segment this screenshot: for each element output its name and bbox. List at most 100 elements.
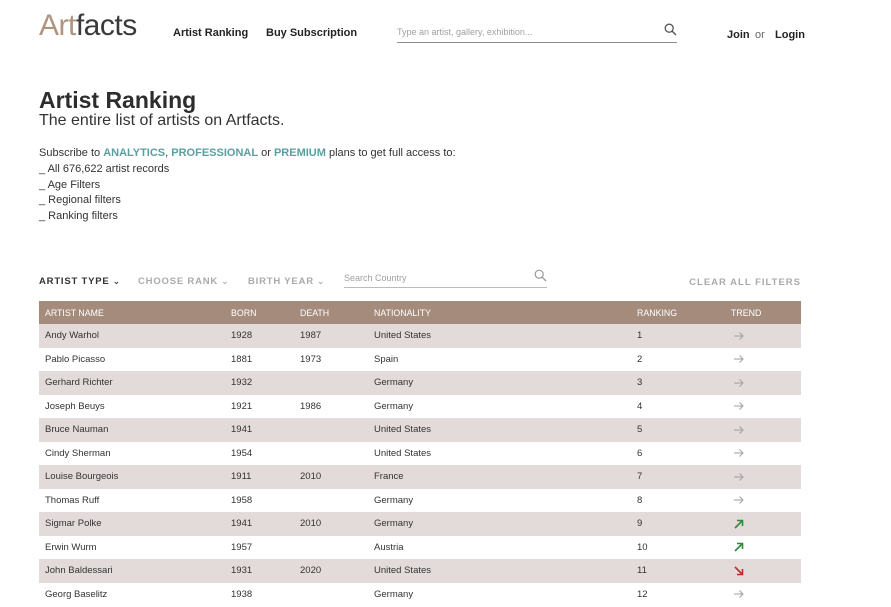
death-cell: 2020 (300, 565, 322, 577)
or-text: or (755, 29, 765, 41)
born-cell: 1941 (231, 518, 253, 530)
artist-name-cell[interactable]: Thomas Ruff (39, 489, 225, 513)
plan-professional-link[interactable]: PROFESSIONAL (171, 147, 258, 159)
plan-analytics-link[interactable]: ANALYTICS (103, 147, 165, 159)
artist-name-cell[interactable]: Sigmar Polke (39, 512, 225, 536)
nationality-cell: Austria (374, 541, 404, 553)
artist-name-cell[interactable]: Joseph Beuys (39, 395, 225, 419)
ranking-cell: 11 (637, 565, 647, 577)
ranking-cell: 8 (637, 494, 643, 506)
table-row[interactable]: Pablo Picasso 1881 1973 Spain 2 (39, 347, 801, 372)
choose-rank-label: CHOOSE RANK (138, 276, 219, 287)
ranking-cell: 12 (637, 588, 648, 600)
arrow-right-icon (734, 590, 744, 599)
death-cell (294, 371, 368, 395)
death-cell: 1986 (300, 400, 322, 412)
table-row[interactable]: Sigmar Polke 1941 2010 Germany 9 (39, 512, 801, 536)
nationality-cell: Germany (374, 518, 414, 530)
nav-artist-ranking[interactable]: Artist Ranking (173, 27, 248, 39)
born-cell: 1941 (231, 424, 253, 436)
table-row[interactable]: Erwin Wurm 1957 Austria 10 (39, 535, 801, 560)
death-cell: 1973 (300, 353, 322, 365)
ranking-cell: 3 (637, 377, 643, 389)
trend-cell (725, 348, 801, 372)
born-cell: 1954 (231, 447, 253, 459)
nationality-cell: Germany (374, 494, 414, 506)
ranking-cell: 6 (637, 447, 643, 459)
born-cell: 1911 (231, 471, 252, 483)
death-cell (294, 583, 368, 607)
born-cell: 1881 (231, 353, 253, 365)
global-search-input[interactable] (397, 24, 647, 37)
promo-sep2: or (258, 147, 274, 159)
death-cell (294, 418, 368, 442)
born-cell: 1958 (231, 494, 253, 506)
column-nationality[interactable]: NATIONALITY (368, 301, 631, 324)
join-link[interactable]: Join (727, 29, 750, 41)
table-row[interactable]: Bruce Nauman 1941 United States 5 (39, 418, 801, 442)
arrow-right-icon (734, 449, 744, 458)
promo-line: Subscribe to ANALYTICS, PROFESSIONAL or … (39, 146, 456, 162)
choose-rank-dropdown[interactable]: CHOOSE RANK ⌄ (138, 276, 229, 287)
artist-name-cell[interactable]: Gerhard Richter (39, 371, 225, 395)
artist-name-cell[interactable]: Louise Bourgeois (39, 465, 225, 489)
death-cell: 2010 (300, 518, 322, 530)
arrow-right-icon (734, 378, 744, 387)
trend-cell (725, 559, 801, 583)
artist-type-dropdown[interactable]: ARTIST TYPE ⌄ (39, 276, 121, 287)
login-link[interactable]: Login (775, 29, 805, 41)
table-row[interactable]: Cindy Sherman 1954 United States 6 (39, 441, 801, 466)
table-row[interactable]: Georg Baselitz 1938 Germany 12 (39, 582, 801, 607)
table-row[interactable]: Gerhard Richter 1932 Germany 3 (39, 371, 801, 395)
trend-cell (725, 418, 801, 442)
trend-cell (725, 395, 801, 419)
table-body: Andy Warhol 1928 1987 United States 1 Pablo P… (39, 324, 801, 606)
artist-type-label: ARTIST TYPE (39, 276, 110, 287)
search-icon[interactable] (664, 23, 677, 36)
login-label: Login (775, 29, 805, 41)
arrow-up-right-icon (734, 519, 744, 529)
artist-name-cell[interactable]: Andy Warhol (39, 324, 225, 348)
table-row[interactable]: Andy Warhol 1928 1987 United States 1 (39, 324, 801, 348)
trend-cell (725, 536, 801, 560)
artfacts-logo[interactable]: Artfacts (39, 8, 137, 44)
search-icon[interactable] (534, 269, 547, 282)
ranking-cell: 5 (637, 424, 643, 436)
artist-name-cell[interactable]: Pablo Picasso (39, 348, 225, 372)
table-row[interactable]: Thomas Ruff 1958 Germany 8 (39, 488, 801, 513)
feature-item: _ All 676,622 artist records (39, 162, 170, 175)
table-row[interactable]: Louise Bourgeois 1911 2010 France 7 (39, 465, 801, 489)
column-death[interactable]: DEATH (294, 301, 368, 324)
nationality-cell: France (374, 471, 404, 483)
artist-name-cell[interactable]: John Baldessari (39, 559, 225, 583)
arrow-right-icon (734, 331, 744, 340)
ranking-cell: 7 (637, 471, 643, 483)
column-artist-name[interactable]: ARTIST NAME (39, 301, 225, 324)
page-title: Artist Ranking (39, 87, 197, 113)
table-row[interactable]: Joseph Beuys 1921 1986 Germany 4 (39, 394, 801, 419)
country-search-input[interactable] (344, 268, 524, 283)
country-search (344, 268, 547, 288)
artist-name-cell[interactable]: Bruce Nauman (39, 418, 225, 442)
plan-premium-link[interactable]: PREMIUM (274, 147, 326, 159)
trend-cell (725, 512, 801, 536)
birth-year-dropdown[interactable]: BIRTH YEAR ⌄ (248, 276, 325, 287)
ranking-cell: 10 (637, 541, 648, 553)
feature-item: _ Regional filters (39, 194, 121, 207)
nav-buy-subscription[interactable]: Buy Subscription (266, 27, 357, 39)
column-ranking[interactable]: RANKING (631, 301, 725, 324)
site-header: Artfacts Artist Ranking Buy Subscription… (0, 0, 891, 70)
column-born[interactable]: BORN (225, 301, 294, 324)
artist-name-cell[interactable]: Erwin Wurm (39, 536, 225, 560)
nationality-cell: United States (374, 565, 432, 577)
born-cell: 1921 (231, 400, 253, 412)
table-row[interactable]: John Baldessari 1931 2020 United States 11 (39, 559, 801, 583)
clear-all-filters-button[interactable]: CLEAR ALL FILTERS (689, 277, 801, 288)
chevron-down-icon: ⌄ (112, 276, 121, 286)
global-search (397, 22, 677, 43)
trend-cell (725, 583, 801, 607)
artist-name-cell[interactable]: Georg Baselitz (39, 583, 225, 607)
artist-name-cell[interactable]: Cindy Sherman (39, 442, 225, 466)
trend-cell (725, 442, 801, 466)
subscription-promo: Subscribe to ANALYTICS, PROFESSIONAL or … (39, 146, 456, 225)
